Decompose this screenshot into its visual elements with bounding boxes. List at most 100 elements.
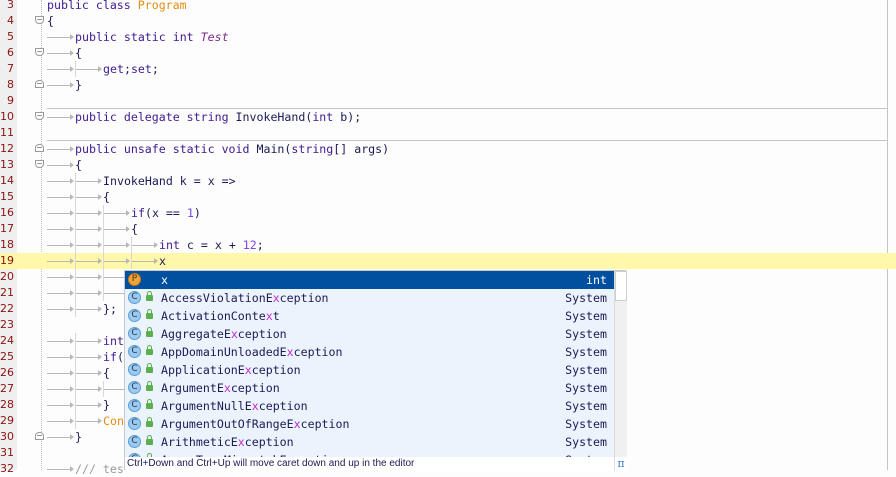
code-line[interactable]: 14 InvokeHand k = x => (0, 173, 896, 189)
completion-item-name: ArgumentOutOfRangeException (161, 417, 350, 431)
code-token: ; (151, 62, 159, 76)
line-number: 27 (0, 382, 14, 395)
code-token: public class (47, 0, 138, 12)
code-line[interactable]: 7 get;set; (0, 61, 896, 77)
code-text: }; (47, 301, 117, 317)
public-lock-icon (146, 399, 153, 409)
code-token: int (312, 110, 334, 124)
tab-arrow-icon (103, 205, 131, 221)
code-line[interactable]: 19 x (0, 253, 896, 269)
fold-collapse-icon[interactable]: − (35, 112, 44, 120)
line-number: 30 (0, 430, 14, 443)
tab-arrow-icon (75, 173, 103, 189)
code-text: { (47, 221, 138, 237)
tab-arrow-icon (75, 285, 103, 301)
completion-list[interactable]: Px int C AccessViolationException System C Act… (125, 271, 614, 457)
line-number: 16 (0, 206, 14, 219)
code-line[interactable]: 6 − { (0, 45, 896, 61)
code-line[interactable]: 13 − { (0, 157, 896, 173)
code-token: { (103, 190, 110, 204)
code-token: { (75, 46, 82, 60)
pi-icon[interactable]: π (614, 457, 627, 471)
tab-arrow-icon (47, 205, 75, 221)
completion-item-name: ArgumentNullException (161, 399, 308, 413)
completion-item[interactable]: C ActivationContext System (125, 307, 614, 325)
fold-collapse-icon[interactable]: − (35, 48, 44, 56)
code-token: ; (123, 62, 131, 76)
class-icon: C (128, 363, 141, 376)
code-token: { (75, 158, 82, 172)
completion-item[interactable]: C ArithmeticException System (125, 433, 614, 451)
tab-arrow-icon (47, 365, 75, 381)
line-number: 32 (0, 462, 14, 475)
code-line[interactable]: 3 public class Program (0, 0, 896, 13)
line-number: 12 (0, 142, 14, 155)
code-line[interactable]: 18 int c = x + 12; (0, 237, 896, 253)
fold-end-icon[interactable]: − (35, 144, 44, 152)
tab-arrow-icon (75, 333, 103, 349)
code-token: ( (116, 350, 124, 364)
code-line[interactable]: 17 { (0, 221, 896, 237)
fold-collapse-icon[interactable]: − (35, 16, 44, 24)
fold-end-icon[interactable]: − (35, 432, 44, 440)
tab-arrow-icon (47, 141, 75, 157)
code-token: x (159, 254, 166, 268)
code-token: public static int (75, 30, 201, 44)
completion-item[interactable]: C ArgumentNullException System (125, 397, 614, 415)
completion-item-namespace: System (565, 363, 607, 377)
completion-item-name: ArgumentException (161, 381, 280, 395)
code-line[interactable]: 10− public delegate string InvokeHand(int… (0, 109, 896, 125)
code-line[interactable]: 15 { (0, 189, 896, 205)
tab-arrow-icon (47, 333, 75, 349)
completion-item[interactable]: C AppDomainUnloadedException System (125, 343, 614, 361)
tab-arrow-icon (47, 429, 75, 445)
code-token: get (103, 62, 124, 76)
code-token: int (103, 334, 124, 348)
line-number: 20 (0, 270, 14, 283)
completion-item[interactable]: C ApplicationException System (125, 361, 614, 379)
completion-scrollbar[interactable] (614, 271, 627, 457)
code-line[interactable]: 9 (0, 93, 896, 109)
tab-arrow-icon (103, 221, 131, 237)
code-text: public class Program (47, 0, 187, 13)
code-token: InvokeHand k = x => (103, 174, 236, 188)
fold-end-icon[interactable]: − (35, 80, 44, 88)
code-token: Program (137, 0, 187, 12)
tab-arrow-icon (75, 381, 103, 397)
code-line[interactable]: 16 if(x == 1) (0, 205, 896, 221)
completion-item-namespace: int (586, 273, 607, 287)
completion-item[interactable]: Px int (125, 271, 614, 289)
code-line[interactable]: 4 −{ (0, 13, 896, 29)
code-token: int (159, 238, 180, 252)
line-number: 26 (0, 366, 14, 379)
tab-arrow-icon (75, 221, 103, 237)
tab-arrow-icon (131, 253, 159, 269)
tab-arrow-icon (47, 77, 75, 93)
public-lock-icon (146, 345, 153, 355)
code-text: { (47, 365, 110, 381)
code-line[interactable]: 8 −} (0, 77, 896, 93)
fold-collapse-icon[interactable]: − (35, 160, 44, 168)
completion-item[interactable]: C ArgumentException System (125, 379, 614, 397)
tab-arrow-icon (75, 397, 103, 413)
code-text: } (47, 429, 82, 445)
line-number: 23 (0, 318, 14, 331)
code-token: set (130, 62, 152, 76)
completion-item[interactable]: C AggregateException System (125, 325, 614, 343)
tab-arrow-icon (47, 221, 75, 237)
tab-arrow-icon (47, 285, 75, 301)
code-text: public static int Test (47, 29, 229, 45)
code-token: string (291, 142, 334, 156)
completion-item[interactable]: C ArgumentOutOfRangeException System (125, 415, 614, 433)
line-number: 5 (7, 30, 14, 43)
public-lock-icon (146, 291, 153, 301)
code-token: } (75, 430, 82, 444)
code-line[interactable]: 12− public unsafe static void Main(string… (0, 141, 896, 157)
code-line[interactable]: 11 (0, 125, 896, 141)
completion-item-namespace: System (565, 309, 607, 323)
line-number: 19 (0, 254, 14, 267)
code-line[interactable]: 5 public static int Test (0, 29, 896, 45)
scrollbar-thumb[interactable] (615, 271, 627, 301)
completion-item[interactable]: C AccessViolationException System (125, 289, 614, 307)
tab-arrow-icon (75, 61, 103, 77)
